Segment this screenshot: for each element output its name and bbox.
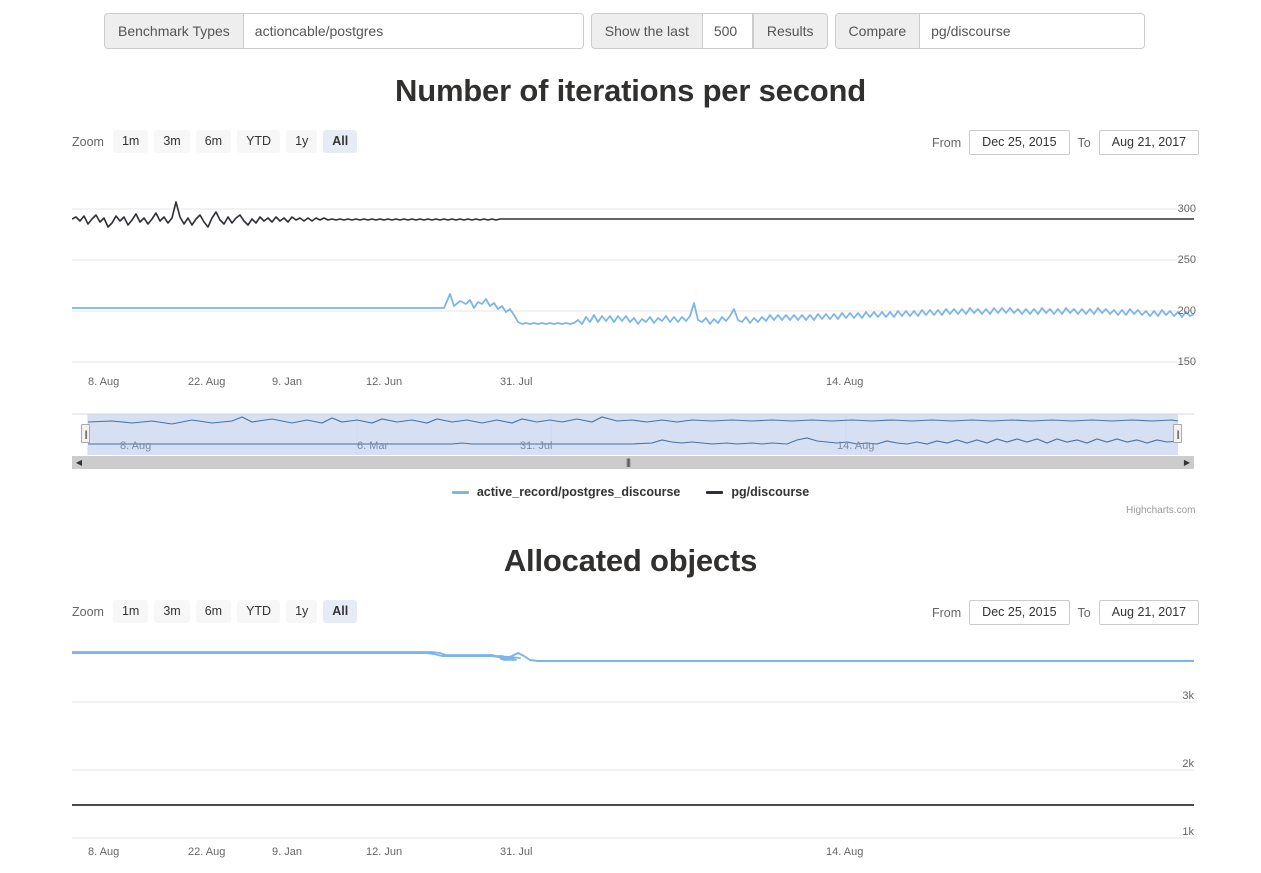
rangeinputs-1: From Dec 25, 2015 To Aug 21, 2017	[932, 130, 1200, 155]
range-button-6m-1[interactable]: 6m	[195, 130, 232, 153]
legend-label-0: active_record/postgres_discourse	[476, 485, 681, 499]
from-date-input-2[interactable]: Dec 25, 2015	[969, 600, 1070, 625]
ytick-label-300: 300	[1177, 203, 1196, 215]
toolbar-spacer-1	[584, 13, 591, 49]
xtick-label-1-1: 22. Aug	[188, 376, 226, 388]
to-date-input-1[interactable]: Aug 21, 2017	[1098, 130, 1200, 155]
ytick-label-1k: 1k	[1182, 826, 1194, 838]
results-label: Results	[752, 13, 828, 49]
scrollbar-grip[interactable]: |||	[626, 457, 631, 467]
legend-1: active_record/postgres_discourse pg/disc…	[0, 485, 1261, 499]
filter-toolbar: Benchmark Types actioncable/postgres Sho…	[104, 13, 1146, 49]
toolbar-spacer-2	[828, 13, 835, 49]
ytick-label-250: 250	[1177, 254, 1196, 266]
range-button-1m-1[interactable]: 1m	[112, 130, 149, 153]
navigator-xtick-1-3: 14. Aug	[837, 440, 875, 452]
xtick-label-1-0: 8. Aug	[88, 376, 120, 388]
xtick-label-2-0: 8. Aug	[88, 846, 120, 858]
compare-group: Compare pg/discourse	[834, 13, 1146, 49]
range-button-1y-2[interactable]: 1y	[286, 600, 318, 623]
xtick-label-1-2: 9. Jan	[272, 376, 302, 388]
plot-area-iterations[interactable]	[72, 172, 1194, 372]
chart-title-iterations: Number of iterations per second	[395, 73, 866, 108]
ytick-label-3k: 3k	[1182, 690, 1194, 702]
show-last-group: Show the last 500 Results	[590, 13, 828, 49]
range-button-3m-2[interactable]: 3m	[154, 600, 190, 623]
benchmark-group: Benchmark Types actioncable/postgres	[104, 13, 584, 49]
legend-swatch-icon-dark	[706, 490, 724, 494]
to-label-2: To	[1077, 605, 1091, 620]
xtick-label-1-5: 14. Aug	[826, 376, 864, 388]
chart-title-allocated: Allocated objects	[503, 543, 758, 578]
range-button-all-1[interactable]: All	[323, 130, 358, 153]
compare-label: Compare	[834, 13, 921, 49]
xtick-label-1-4: 31. Jul	[500, 376, 533, 388]
range-button-ytd-1[interactable]: YTD	[237, 130, 281, 153]
to-date-input-2[interactable]: Aug 21, 2017	[1098, 600, 1200, 625]
show-the-last-label: Show the last	[590, 13, 703, 49]
benchmark-types-input[interactable]: actioncable/postgres	[243, 13, 584, 49]
xtick-label-1-3: 12. Jun	[366, 376, 403, 388]
navigator-handle-left[interactable]: ||	[81, 424, 90, 443]
navigator-scrollbar-track[interactable]	[86, 456, 1180, 469]
plot-area-allocated[interactable]	[72, 642, 1194, 842]
ytick-label-2k: 2k	[1182, 758, 1194, 770]
legend-item-active-record[interactable]: active_record/postgres_discourse	[451, 485, 681, 499]
range-button-3m-1[interactable]: 3m	[154, 130, 190, 153]
result-count-input[interactable]: 500	[702, 13, 753, 49]
rangeselector-1: Zoom 1m 3m 6m YTD 1y All	[72, 130, 363, 153]
xtick-label-2-3: 12. Jun	[366, 846, 403, 858]
plot-svg-1	[72, 201, 1194, 363]
plot-svg-2	[72, 651, 1194, 839]
legend-swatch-icon-blue	[451, 490, 469, 494]
from-date-input-1[interactable]: Dec 25, 2015	[969, 130, 1070, 155]
xtick-label-2-1: 22. Aug	[188, 846, 226, 858]
xtick-label-2-2: 9. Jan	[272, 846, 302, 858]
ytick-label-150: 150	[1177, 356, 1196, 368]
navigator-svg-1[interactable]	[72, 410, 1194, 455]
navigator-xtick-1-1: 6. Mar	[357, 440, 389, 452]
rangeselector-2: Zoom 1m 3m 6m YTD 1y All	[72, 600, 363, 623]
to-label-1: To	[1077, 135, 1091, 150]
range-button-1m-2[interactable]: 1m	[112, 600, 149, 623]
ytick-label-200: 200	[1177, 305, 1196, 317]
navigator-xtick-1-2: 31. Jul	[520, 440, 553, 452]
benchmark-types-label: Benchmark Types	[104, 13, 244, 49]
range-button-1y-1[interactable]: 1y	[286, 130, 318, 153]
range-button-ytd-2[interactable]: YTD	[237, 600, 281, 623]
navigator-1[interactable]: || || 8. Aug 6. Mar 31. Jul 14. Aug	[72, 410, 1194, 460]
range-button-all-2[interactable]: All	[323, 600, 358, 623]
zoom-label-1: Zoom	[72, 134, 104, 149]
rangeinputs-2: From Dec 25, 2015 To Aug 21, 2017	[932, 600, 1200, 625]
xtick-label-2-5: 14. Aug	[826, 846, 864, 858]
page-root: Benchmark Types actioncable/postgres Sho…	[0, 0, 1261, 873]
xtick-label-2-4: 31. Jul	[500, 846, 533, 858]
from-label-1: From	[932, 135, 962, 150]
navigator-xtick-1-0: 8. Aug	[120, 440, 152, 452]
highcharts-credit-1[interactable]: Highcharts.com	[1126, 505, 1195, 516]
scrollbar-left-arrow[interactable]: ◀	[72, 456, 86, 469]
scrollbar-right-arrow[interactable]: ▶	[1180, 456, 1194, 469]
from-label-2: From	[932, 605, 962, 620]
legend-item-pg-discourse[interactable]: pg/discourse	[706, 485, 809, 499]
navigator-handle-right[interactable]: ||	[1173, 424, 1182, 443]
legend-label-1: pg/discourse	[731, 485, 810, 499]
compare-input[interactable]: pg/discourse	[920, 13, 1146, 49]
range-button-6m-2[interactable]: 6m	[195, 600, 232, 623]
zoom-label-2: Zoom	[72, 604, 104, 619]
